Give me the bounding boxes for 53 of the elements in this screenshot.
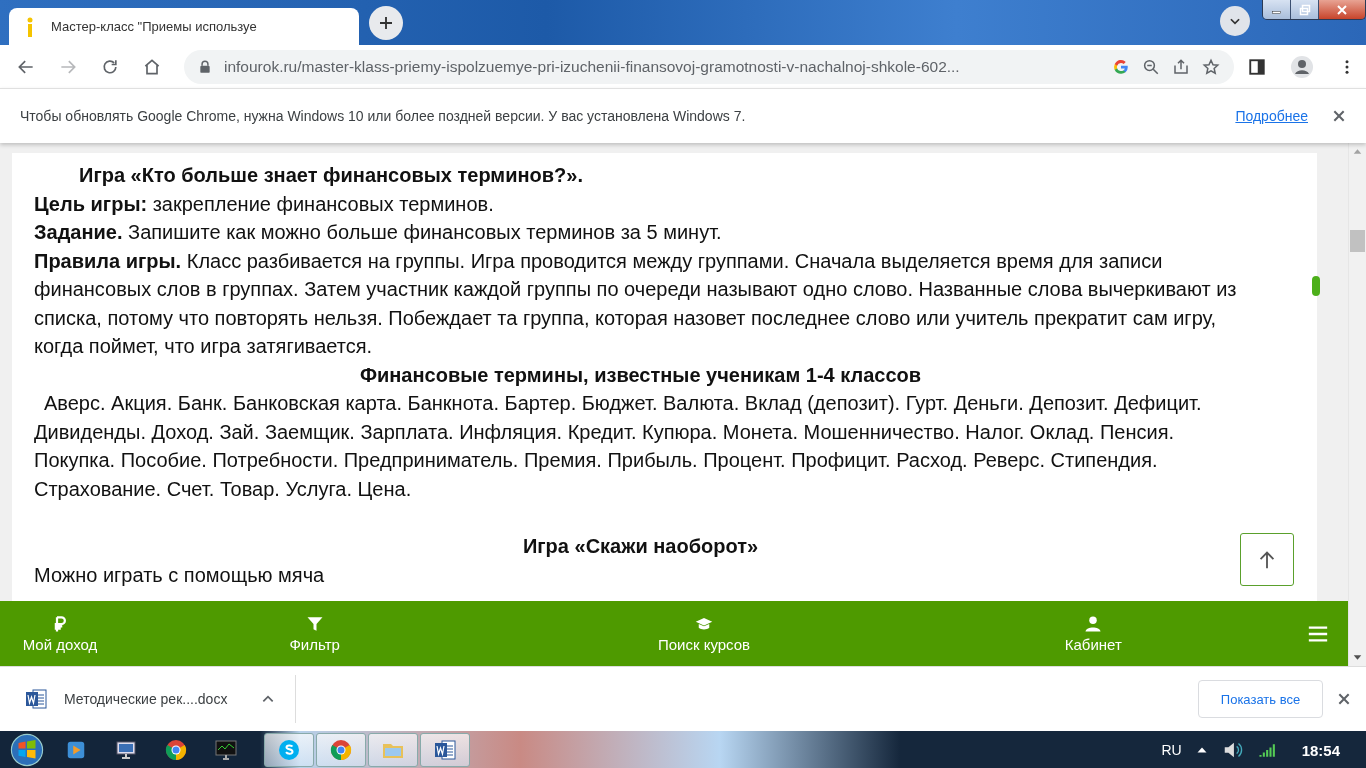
address-bar[interactable]: infourok.ru/master-klass-priemy-ispolzuemye-pri-izuchenii-finansovoj-gramotnosti-v-nachalnoj-shkole-602... bbox=[184, 49, 1234, 84]
close-icon[interactable] bbox=[1332, 109, 1346, 123]
tab-search-button[interactable] bbox=[1220, 6, 1250, 36]
new-tab-button[interactable] bbox=[369, 6, 403, 40]
browser-tab[interactable]: Мастер-класс "Приемы используе bbox=[9, 8, 359, 45]
site-nav-item[interactable]: Кабинет bbox=[898, 614, 1288, 653]
google-icon[interactable] bbox=[1112, 57, 1130, 76]
update-warning-text: Чтобы обновлять Google Chrome, нужна Windows 10 или более поздней версии. У вас установлена Windows 7. bbox=[20, 108, 747, 124]
terms-paragraph: Аверс. Акция. Банк. Банковская карта. Банкнота. Бартер. Бюджет. Валюта. Вклад (депозит). Гурт. Деньги. Депозит. Дефицит. Дивиденды. Доход. Зай. Заемщик. Зарплата. Инфляция. Кредит. Купюра. Монета. Мошенничество. Налог. Оклад. Пенсия. Покупка. Пособие. Потребности. Предприниматель. Премия. Прибыль. Процент. Профицит. Расход. Реверс. Стипендия. Страхование. Счет. Товар. Услуга. Цена. bbox=[34, 391, 1203, 502]
section-heading: Игра «Скажи наоборот» bbox=[521, 534, 760, 559]
url-text: infourok.ru/master-klass-priemy-ispolzuemye-pri-izuchenii-finansovoj-gramotnosti-v-nachalnoj-shkole-602... bbox=[224, 57, 961, 76]
person-icon[interactable] bbox=[1084, 614, 1103, 633]
zoom-icon[interactable] bbox=[1142, 57, 1160, 76]
side-panel-icon[interactable] bbox=[1248, 57, 1266, 76]
close-button[interactable] bbox=[1319, 0, 1365, 19]
learn-more-link[interactable]: Подробнее bbox=[1235, 108, 1308, 124]
article-paragraph: Можно играть с помощью мяча bbox=[34, 562, 325, 588]
share-icon[interactable] bbox=[1172, 57, 1190, 76]
restore-button[interactable] bbox=[1291, 0, 1319, 19]
close-downloads-button[interactable] bbox=[1337, 692, 1351, 706]
show-all-button[interactable]: Показать все bbox=[1198, 680, 1323, 718]
site-nav-item[interactable]: Поиск курсов bbox=[509, 614, 899, 653]
lock-icon bbox=[198, 59, 212, 74]
clock-text[interactable]: 18:54 bbox=[1301, 741, 1340, 759]
language-indicator[interactable]: RU bbox=[1161, 742, 1182, 758]
plus-icon[interactable] bbox=[377, 14, 395, 32]
download-item[interactable]: Методические рек....docx bbox=[0, 675, 296, 723]
word-icon[interactable] bbox=[24, 687, 48, 711]
word-icon[interactable] bbox=[433, 738, 457, 762]
start-button-icon[interactable] bbox=[10, 733, 44, 767]
game-title: Игра «Кто больше знает финансовых терминов?». bbox=[78, 163, 584, 188]
media-player-icon[interactable] bbox=[65, 739, 87, 761]
taskbar-button[interactable] bbox=[420, 733, 470, 767]
chrome-icon[interactable] bbox=[164, 738, 188, 762]
site-nav-item[interactable]: Фильтр bbox=[120, 614, 510, 653]
article-paragraph: Задание. Запишите как можно больше финансовых терминов за 5 минут. bbox=[34, 220, 722, 245]
progress-marker bbox=[1312, 276, 1320, 296]
profile-icon[interactable] bbox=[1290, 54, 1314, 79]
site-nav-item[interactable]: Мой доход bbox=[0, 614, 120, 653]
minimize-button[interactable] bbox=[1263, 0, 1291, 19]
scrollbar[interactable] bbox=[1348, 143, 1366, 666]
scrollbar-thumb[interactable] bbox=[1350, 230, 1365, 252]
scroll-down-icon[interactable] bbox=[1353, 653, 1362, 662]
article-paragraph: Цель игры: закрепление финансовых терминов. bbox=[34, 191, 494, 217]
close-icon bbox=[1337, 692, 1351, 706]
network-computer-icon[interactable] bbox=[114, 738, 138, 762]
article-paragraph: Правила игры. Класс разбивается на группы. Игра проводится между группами. Сначала выделяется время для записи финансовых слов в группах. Затем участник каждой группы по очереди называют одно слово. Названные слова вычеркивают из списка, потому что повторять нельзя. Побеждает та группа, которая назовет последнее слово или учитель прекратит сам игру, когда поймет, что игра затягивается. bbox=[34, 248, 1238, 359]
filter-icon[interactable] bbox=[305, 614, 324, 633]
section-heading: Финансовые термины, известные ученикам 1-4 классов bbox=[358, 362, 923, 388]
tab-title: Мастер-класс "Приемы используе bbox=[51, 19, 257, 34]
monitor-icon[interactable] bbox=[214, 738, 238, 762]
star-icon[interactable] bbox=[1202, 57, 1220, 76]
scroll-to-top-button[interactable] bbox=[1240, 533, 1294, 586]
